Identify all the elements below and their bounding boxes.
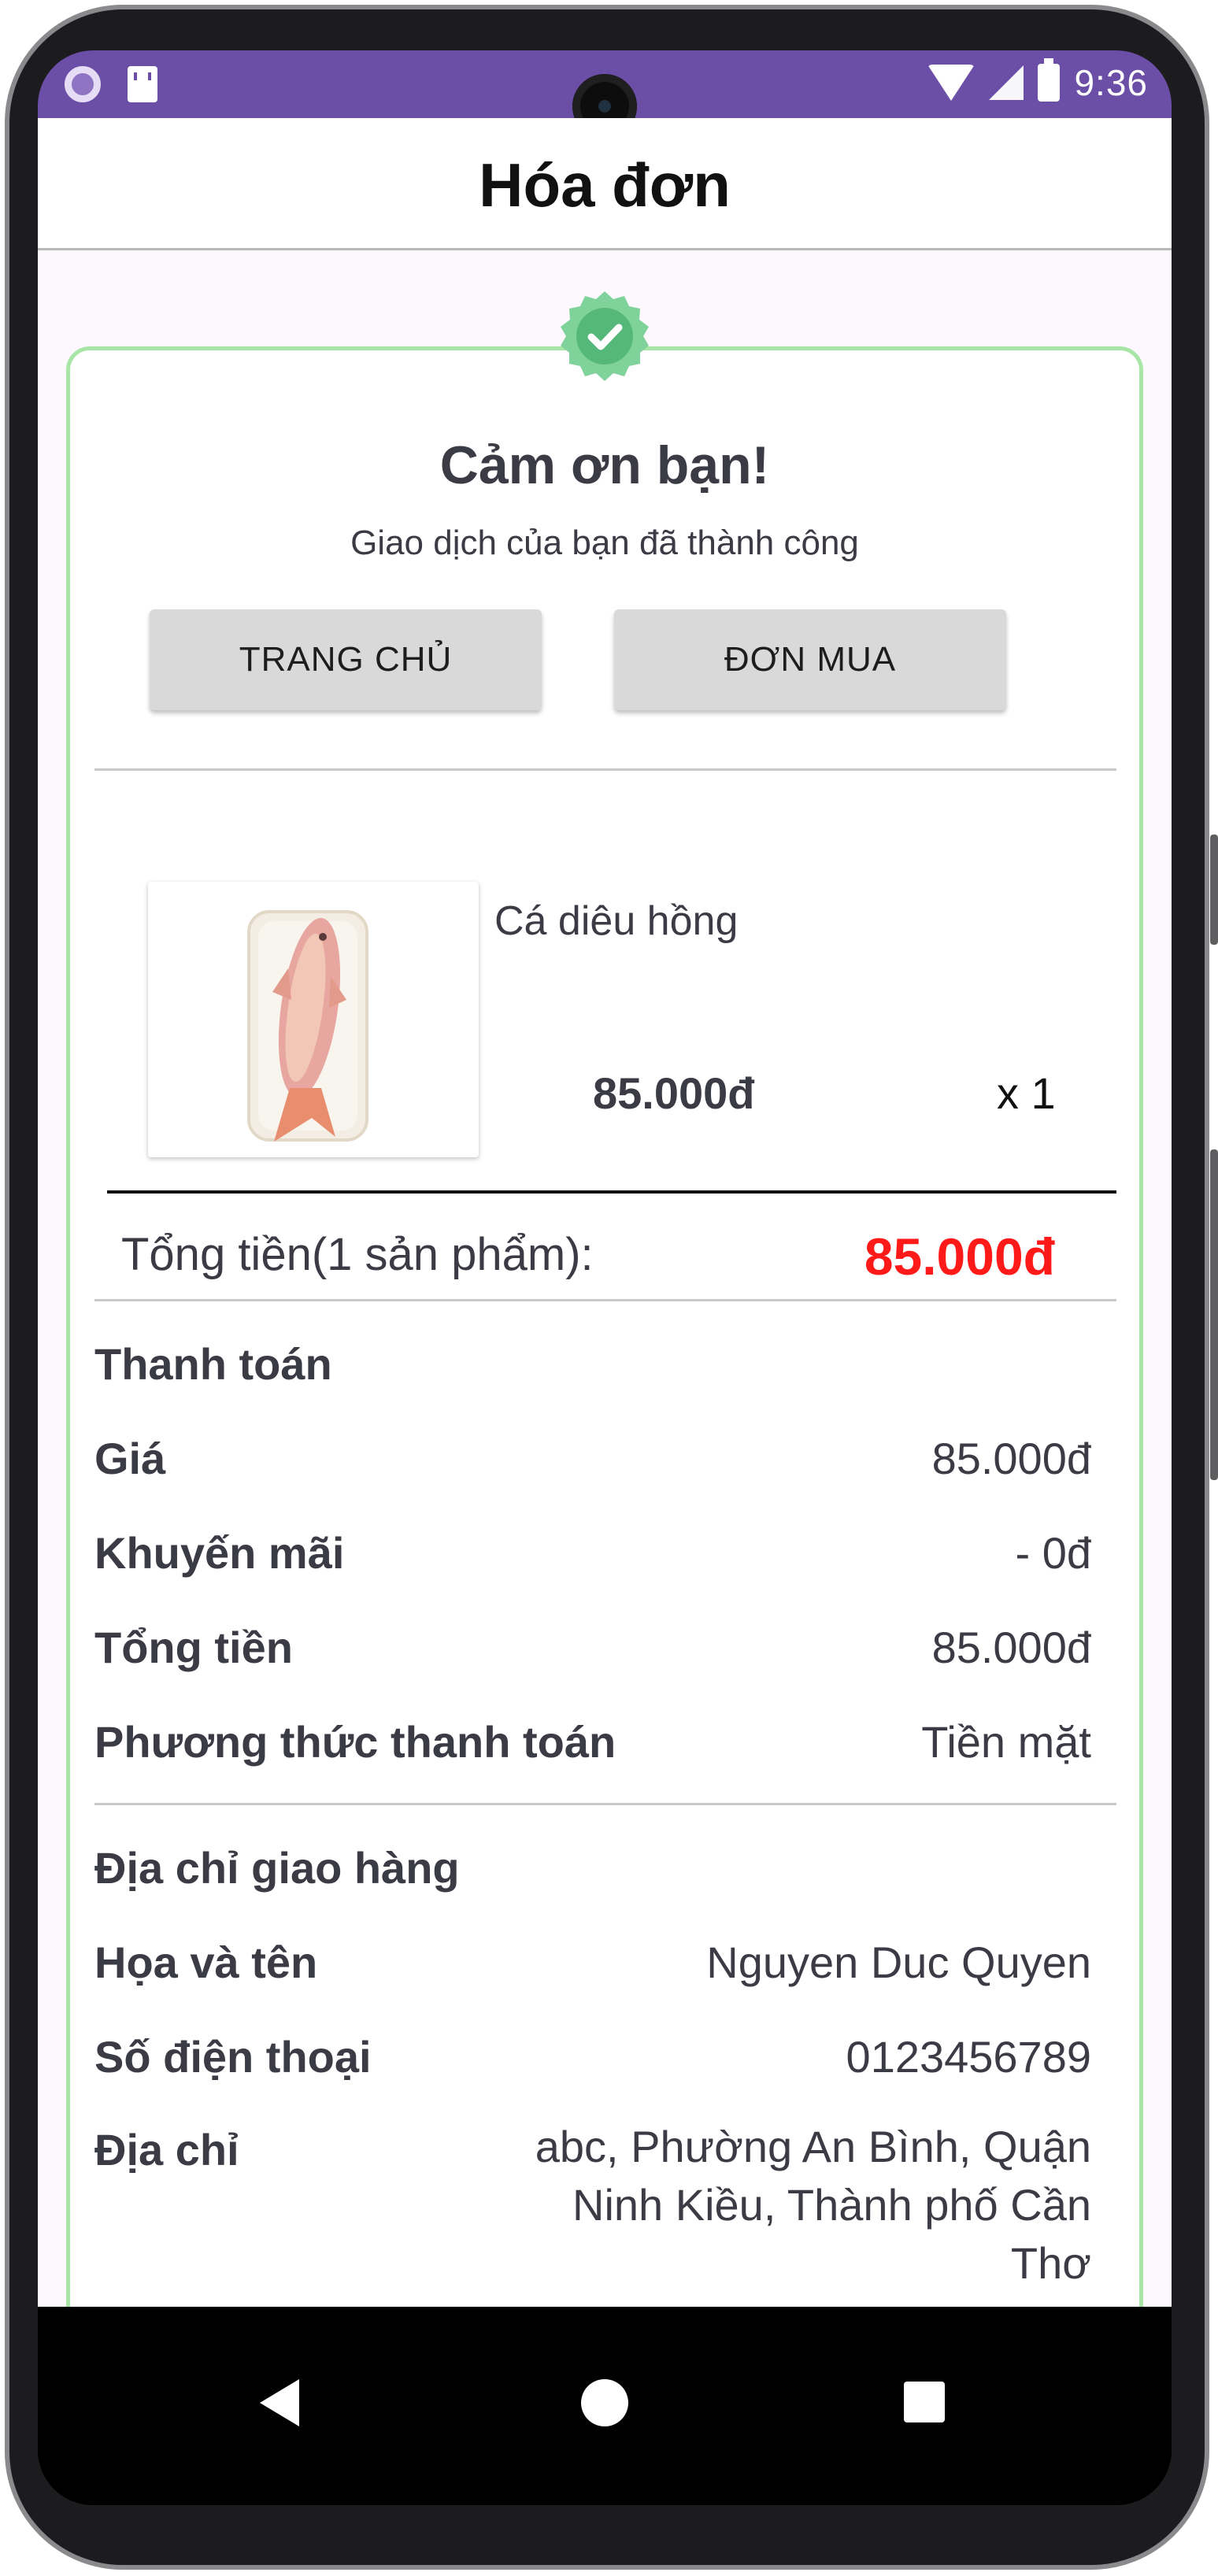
product-quantity: x 1 — [997, 1068, 1056, 1118]
shipping-section-title: Địa chỉ giao hàng — [94, 1843, 460, 1893]
screen: 9:36 Hóa đơn Cảm ơn bạn! Giao dịch của b… — [38, 50, 1172, 2505]
power-button — [1210, 1149, 1218, 1480]
volume-button — [1210, 835, 1218, 945]
status-left — [65, 66, 157, 102]
divider — [94, 1299, 1116, 1301]
address-value: abc, Phường An Bình, Quận Ninh Kiều, Thà… — [535, 2122, 1091, 2288]
clock: 9:36 — [1074, 62, 1148, 103]
success-message: Giao dịch của bạn đã thành công — [350, 524, 859, 562]
signal-icon — [989, 65, 1024, 100]
system-navigation-bar — [38, 2307, 1172, 2505]
home-button[interactable]: TRANG CHỦ — [150, 609, 542, 710]
divider — [94, 1803, 1116, 1805]
thank-you-title: Cảm ơn bạn! — [439, 435, 770, 495]
phone-number-value: 0123456789 — [846, 2032, 1091, 2082]
address-label: Địa chỉ — [94, 2125, 239, 2174]
back-icon[interactable] — [260, 2379, 299, 2426]
payment-section-title: Thanh toán — [94, 1339, 332, 1389]
product-price: 85.000đ — [593, 1068, 755, 1118]
page-title: Hóa đơn — [479, 150, 731, 220]
recipient-name-label: Họa và tên — [94, 1938, 318, 1987]
discount-value: - 0đ — [1015, 1528, 1092, 1578]
price-value: 85.000đ — [931, 1434, 1091, 1483]
discount-label: Khuyến mãi — [94, 1528, 345, 1578]
fish-image — [247, 910, 368, 1142]
app-content: Hóa đơn Cảm ơn bạn! Giao dịch của bạn đã… — [38, 118, 1172, 2354]
battery-icon — [1038, 58, 1061, 102]
payment-method-value: Tiền mặt — [921, 1717, 1091, 1767]
product-name: Cá diêu hồng — [494, 898, 739, 944]
phone-frame: 9:36 Hóa đơn Cảm ơn bạn! Giao dịch của b… — [0, 0, 1218, 2576]
divider — [94, 768, 1116, 771]
recipient-name-value: Nguyen Duc Quyen — [706, 1938, 1091, 1987]
price-label: Giá — [94, 1434, 166, 1483]
order-total-label: Tổng tiền(1 sản phẩm): — [121, 1229, 594, 1280]
check-badge-icon — [561, 291, 649, 381]
payment-method-label: Phương thức thanh toán — [94, 1717, 616, 1767]
status-circle-icon — [65, 66, 101, 102]
status-right: 9:36 — [927, 58, 1148, 104]
wifi-icon — [927, 65, 976, 101]
top-app-bar: Hóa đơn — [38, 118, 1172, 250]
product-divider — [107, 1190, 1116, 1194]
sd-card-icon — [128, 66, 157, 102]
payment-total-value: 85.000đ — [931, 1623, 1091, 1672]
order-total-value: 85.000đ — [864, 1227, 1055, 1286]
payment-total-label: Tổng tiền — [94, 1623, 293, 1672]
recents-icon[interactable] — [904, 2382, 945, 2422]
my-orders-button[interactable]: ĐƠN MUA — [614, 609, 1006, 710]
home-icon[interactable] — [581, 2379, 628, 2426]
phone-number-label: Số điện thoại — [94, 2032, 372, 2082]
product-thumbnail[interactable] — [148, 882, 479, 1157]
